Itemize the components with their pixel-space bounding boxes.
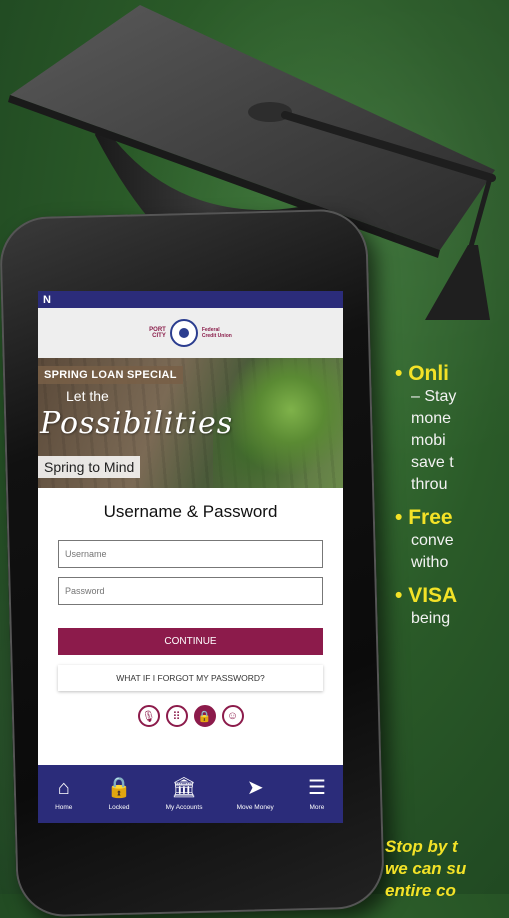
logo-icon (169, 319, 198, 347)
menu-icon: ☰ (307, 777, 326, 799)
feature-free: • Free conve witho (395, 506, 454, 571)
login-title: Username & Password (103, 502, 278, 521)
bank-icon: 🏛 (171, 777, 197, 799)
keypad-icon[interactable]: ⠿ (165, 705, 188, 727)
feature-visa: • VISA being (395, 584, 458, 627)
lock-icon: 🔒 (106, 777, 132, 799)
feature-online: • Onli – Stay mone mobi save t throu (395, 362, 457, 493)
feature-list: • Onli – Stay mone mobi save t throu • F… (395, 362, 509, 640)
tab-move-money[interactable]: ➤ Move Money (237, 777, 274, 811)
banner-line1: Let the (66, 388, 109, 404)
phone-screen: N PORT CITY Federal Credit Union SPRING LO… (38, 291, 343, 823)
lock-icon[interactable]: 🔒 (193, 705, 216, 727)
banner-script: Possibilities (40, 406, 234, 441)
logo-wordmark: PORT CITY (149, 327, 166, 339)
banner-line2: Spring to Mind (38, 456, 141, 478)
footer-callout: Stop by t we can su entire co (385, 837, 467, 900)
login-form: Username & Password CONTINUE WHAT IF I F… (38, 502, 343, 727)
banner-tag: SPRING LOAN SPECIAL (38, 366, 183, 384)
tab-more[interactable]: ☰ More (308, 777, 326, 811)
continue-button[interactable]: CONTINUE (58, 628, 323, 655)
microphone-icon[interactable]: 🎙 (137, 705, 160, 727)
promo-banner[interactable]: SPRING LOAN SPECIAL Let the Possibilitie… (38, 358, 343, 488)
app-header: PORT CITY Federal Credit Union (38, 308, 343, 358)
bottom-tab-bar: ⌂ Home 🔒 Locked 🏛 My Accounts ➤ Move Mon… (38, 765, 343, 823)
face-icon[interactable]: ☺ (221, 705, 244, 727)
username-field[interactable] (58, 540, 323, 568)
notification-glyph: N (43, 293, 51, 306)
forgot-password-button[interactable]: WHAT IF I FORGOT MY PASSWORD? (58, 665, 323, 691)
logo-subtitle: Federal Credit Union (201, 327, 232, 339)
tab-my-accounts[interactable]: 🏛 My Accounts (166, 777, 203, 811)
status-bar: N (38, 291, 343, 308)
tab-home[interactable]: ⌂ Home (55, 777, 72, 811)
password-field[interactable] (58, 577, 323, 605)
send-icon: ➤ (246, 777, 264, 799)
tab-locked[interactable]: 🔒 Locked (107, 777, 132, 811)
home-icon: ⌂ (57, 777, 70, 799)
auth-options: 🎙 ⠿ 🔒 ☺ (58, 705, 323, 727)
